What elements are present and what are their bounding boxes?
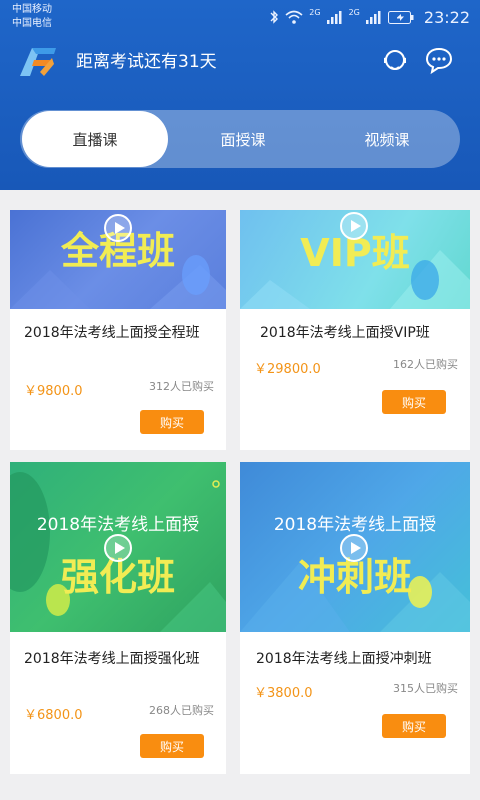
support-headset-icon[interactable] [380, 45, 410, 75]
chat-bubble-icon[interactable] [424, 45, 454, 75]
course-thumbnail[interactable]: 2018年法考线上面授 冲刺班 [240, 462, 470, 632]
play-icon[interactable] [104, 214, 132, 242]
course-price: ￥3800.0 [254, 686, 313, 701]
course-price: ￥6800.0 [24, 708, 83, 723]
thumbnail-caption: 2018年法考线上面授 [273, 515, 437, 535]
buy-button[interactable]: 购买 [382, 390, 446, 414]
play-icon[interactable] [340, 212, 368, 240]
signal-2-label: 2G [348, 7, 360, 17]
course-title: 2018年法考线上面授强化班 [24, 651, 200, 667]
course-type-tabs: 直播课 面授课 视频课 [20, 110, 460, 168]
thumbnail-caption: 2018年法考线上面授 [36, 515, 200, 535]
buyer-count: 162人已购买 [393, 358, 458, 371]
carrier-info: 中国移动 中国电信 [12, 3, 52, 31]
course-card[interactable]: VIP班 2018年法考线上面授VIP班 ￥29800.0 162人已购买 购买 [240, 210, 470, 450]
wifi-icon [285, 10, 303, 24]
tab-live[interactable]: 直播课 [22, 111, 168, 167]
play-icon[interactable] [340, 534, 368, 562]
course-title: 2018年法考线上面授VIP班 [260, 325, 430, 341]
tab-video[interactable]: 视频课 [314, 110, 460, 168]
buy-button[interactable]: 购买 [140, 734, 204, 758]
play-icon[interactable] [104, 534, 132, 562]
status-bar: 中国移动 中国电信 2G 2G 23:22 [0, 0, 480, 34]
course-card[interactable]: 2018年法考线上面授 强化班 2018年法考线上面授强化班 ￥6800.0 2… [10, 462, 226, 774]
buyer-count: 315人已购买 [393, 682, 458, 695]
status-time: 23:22 [423, 7, 470, 27]
buyer-count: 268人已购买 [149, 704, 214, 717]
carrier-1: 中国移动 [12, 4, 52, 15]
course-title: 2018年法考线上面授全程班 [24, 325, 200, 341]
signal-icon [326, 11, 342, 24]
carrier-2: 中国电信 [12, 18, 52, 29]
course-price: ￥9800.0 [24, 384, 83, 399]
signal-1-label: 2G [309, 7, 321, 17]
status-icons: 2G 2G 23:22 [269, 6, 470, 28]
course-thumbnail[interactable]: 全程班 [10, 210, 226, 309]
course-thumbnail[interactable]: 2018年法考线上面授 强化班 [10, 462, 226, 632]
signal-icon [365, 11, 381, 24]
course-thumbnail[interactable]: VIP班 [240, 210, 470, 309]
course-price: ￥29800.0 [254, 362, 321, 377]
course-title: 2018年法考线上面授冲刺班 [256, 651, 432, 667]
exam-countdown: 距离考试还有31天 [76, 52, 217, 72]
buyer-count: 312人已购买 [149, 380, 214, 393]
course-card[interactable]: 2018年法考线上面授 冲刺班 2018年法考线上面授冲刺班 ￥3800.0 3… [240, 462, 470, 774]
buy-button[interactable]: 购买 [140, 410, 204, 434]
course-card[interactable]: 全程班 2018年法考线上面授全程班 ￥9800.0 312人已购买 购买 [10, 210, 226, 450]
tab-in-person[interactable]: 面授课 [170, 110, 316, 168]
top-bar: 距离考试还有31天 [0, 40, 480, 86]
battery-icon [387, 10, 414, 24]
app-logo-icon [20, 48, 56, 76]
app-header: 中国移动 中国电信 2G 2G 23:22 距离考试还有31天 直播课 面授课 … [0, 0, 480, 190]
bluetooth-icon [270, 10, 279, 24]
buy-button[interactable]: 购买 [382, 714, 446, 738]
